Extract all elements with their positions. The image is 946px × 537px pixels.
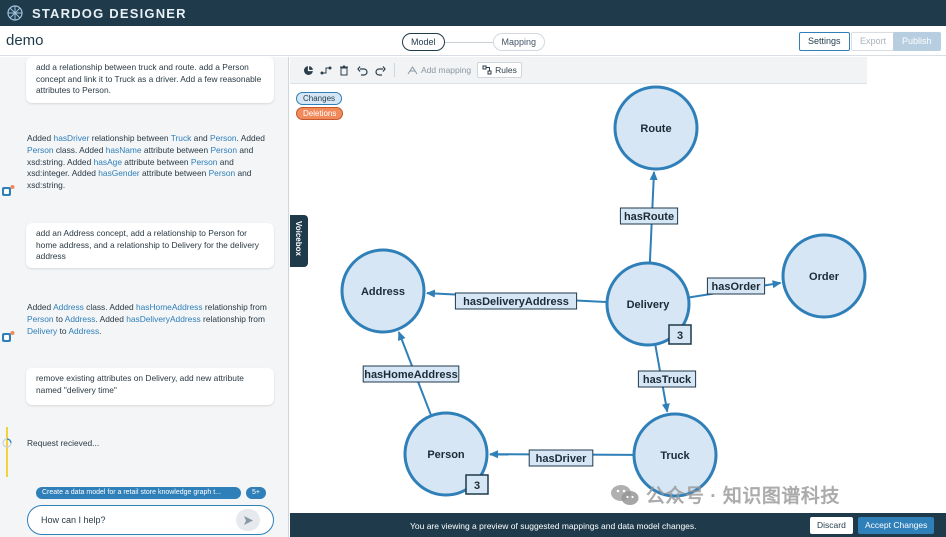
preview-message: You are viewing a preview of suggested m… <box>410 521 697 531</box>
app-topbar: STARDOG DESIGNER <box>0 0 946 26</box>
project-name: demo <box>6 32 44 49</box>
edge-label-hasTruck[interactable]: hasTruck <box>637 370 697 388</box>
wechat-icon <box>611 484 639 505</box>
edge-label-text: hasDeliveryAddress <box>463 296 569 308</box>
voicebox-tab-label: Voicebox <box>294 221 303 256</box>
edge-label-text: hasHomeAddress <box>364 369 458 381</box>
model-term-link[interactable]: Person <box>209 168 236 178</box>
reply-text: relationship between <box>89 133 171 143</box>
model-term-link[interactable]: Address <box>65 314 96 324</box>
model-canvas[interactable]: Add mapping Rules Changes Deletions Rout… <box>290 57 946 513</box>
reply-text: . <box>99 325 102 336</box>
node-label: Order <box>809 271 840 283</box>
stepper-connector <box>444 41 493 43</box>
node-label: Delivery <box>627 299 671 311</box>
send-button[interactable] <box>236 509 260 531</box>
model-term-link[interactable]: Address <box>53 302 84 312</box>
settings-button[interactable]: Settings <box>799 32 850 51</box>
model-term-link[interactable]: Delivery <box>27 326 57 336</box>
accept-changes-button[interactable]: Accept Changes <box>858 517 935 534</box>
edge-label-hasRoute[interactable]: hasRoute <box>619 207 679 225</box>
edge-label-text: hasOrder <box>712 281 762 293</box>
attribute-count-text: 3 <box>474 480 480 492</box>
edge-label-text: hasRoute <box>624 211 674 223</box>
project-header: demo Model Mapping Settings Export Publi… <box>0 26 946 56</box>
node-label: Person <box>427 449 465 461</box>
pending-status-line <box>6 427 8 477</box>
user-message: add a relationship between truck and rou… <box>26 57 274 103</box>
model-term-link[interactable]: Person <box>210 133 237 143</box>
edge-label-hasDriver[interactable]: hasDriver <box>528 449 594 467</box>
voicebox-chat-panel[interactable]: add a relationship between truck and rou… <box>0 57 289 537</box>
reply-text: attribute between <box>141 144 211 155</box>
user-message: remove existing attributes on Delivery, … <box>26 368 274 405</box>
edge-label-hasOrder[interactable]: hasOrder <box>706 277 766 295</box>
user-message: add an Address concept, add a relationsh… <box>26 223 274 268</box>
node-address[interactable]: Address <box>340 248 426 334</box>
reply-text: class. Added <box>53 144 106 155</box>
node-delivery[interactable]: Delivery 3 <box>605 261 692 347</box>
model-term-link[interactable]: Person <box>27 314 54 324</box>
export-button[interactable]: Export <box>851 32 896 51</box>
reply-text: class. Added <box>83 302 136 312</box>
reply-text: attribute between <box>139 168 209 179</box>
edge-label-text: hasDriver <box>536 453 587 465</box>
reply-text: Added <box>27 302 54 312</box>
node-label: Address <box>361 286 405 298</box>
node-label: Truck <box>660 450 690 462</box>
reply-text: . Added <box>236 133 265 143</box>
reply-text: to <box>57 325 69 336</box>
reply-text: relationship from <box>202 302 267 312</box>
model-term-link[interactable]: Person <box>27 145 54 155</box>
node-person[interactable]: Person 3 <box>403 411 489 497</box>
assistant-reply: Added Address class. Added hasHomeAddres… <box>27 302 272 337</box>
stardog-logo-icon <box>7 5 23 21</box>
step-mapping[interactable]: Mapping <box>492 33 546 51</box>
model-term-link[interactable]: hasName <box>106 145 142 155</box>
edge-label-hasHomeAddress[interactable]: hasHomeAddress <box>362 365 460 383</box>
publish-button[interactable]: Publish <box>893 32 941 51</box>
step-model[interactable]: Model <box>402 33 445 51</box>
voicebox-avatar-icon <box>2 331 15 342</box>
voicebox-tab[interactable]: Voicebox <box>290 215 308 267</box>
reply-text: attribute between <box>121 156 191 167</box>
node-route[interactable]: Route <box>613 85 699 171</box>
reply-text: and <box>191 133 210 143</box>
watermark: 公众号 · 知识图谱科技 <box>610 481 840 508</box>
mode-stepper: Model Mapping <box>402 33 546 51</box>
model-term-link[interactable]: hasAge <box>94 157 122 167</box>
edge-label-hasDeliveryAddress[interactable]: hasDeliveryAddress <box>454 292 578 310</box>
more-suggestions-chip[interactable]: 5+ <box>246 487 266 499</box>
reply-text: to <box>53 313 65 324</box>
reply-text: . Added <box>95 313 127 324</box>
model-term-link[interactable]: Truck <box>171 133 192 143</box>
model-term-link[interactable]: hasGender <box>98 168 139 178</box>
suggestion-chip[interactable]: Create a data model for a retail store k… <box>36 487 241 499</box>
node-label: Route <box>640 123 671 135</box>
model-term-link[interactable]: Person <box>191 157 218 167</box>
model-graph[interactable]: Route Order Address Delivery 3 Person 3 Truck h… <box>290 57 946 513</box>
app-brand: STARDOG DESIGNER <box>32 5 187 21</box>
reply-text: relationship from <box>200 313 265 324</box>
model-term-link[interactable]: hasDriver <box>54 133 90 143</box>
watermark-text: 公众号 · 知识图谱科技 <box>646 486 840 507</box>
node-order[interactable]: Order <box>781 233 867 319</box>
send-icon <box>243 515 253 525</box>
model-term-link[interactable]: Address <box>68 326 99 336</box>
edge-label-text: hasTruck <box>643 374 692 386</box>
assistant-reply: Added hasDriver relationship between Tru… <box>27 133 272 192</box>
model-term-link[interactable]: hasDeliveryAddress <box>126 314 200 324</box>
preview-banner: You are viewing a preview of suggested m… <box>290 513 946 537</box>
loading-spinner-icon <box>2 438 12 448</box>
model-term-link[interactable]: hasHomeAddress <box>136 302 203 312</box>
voicebox-avatar-icon <box>2 185 15 196</box>
reply-text: Added <box>27 133 54 143</box>
discard-button[interactable]: Discard <box>810 517 853 534</box>
attribute-count-text: 3 <box>677 330 683 342</box>
model-term-link[interactable]: Person <box>210 145 237 155</box>
request-status-text: Request recieved... <box>27 438 100 448</box>
